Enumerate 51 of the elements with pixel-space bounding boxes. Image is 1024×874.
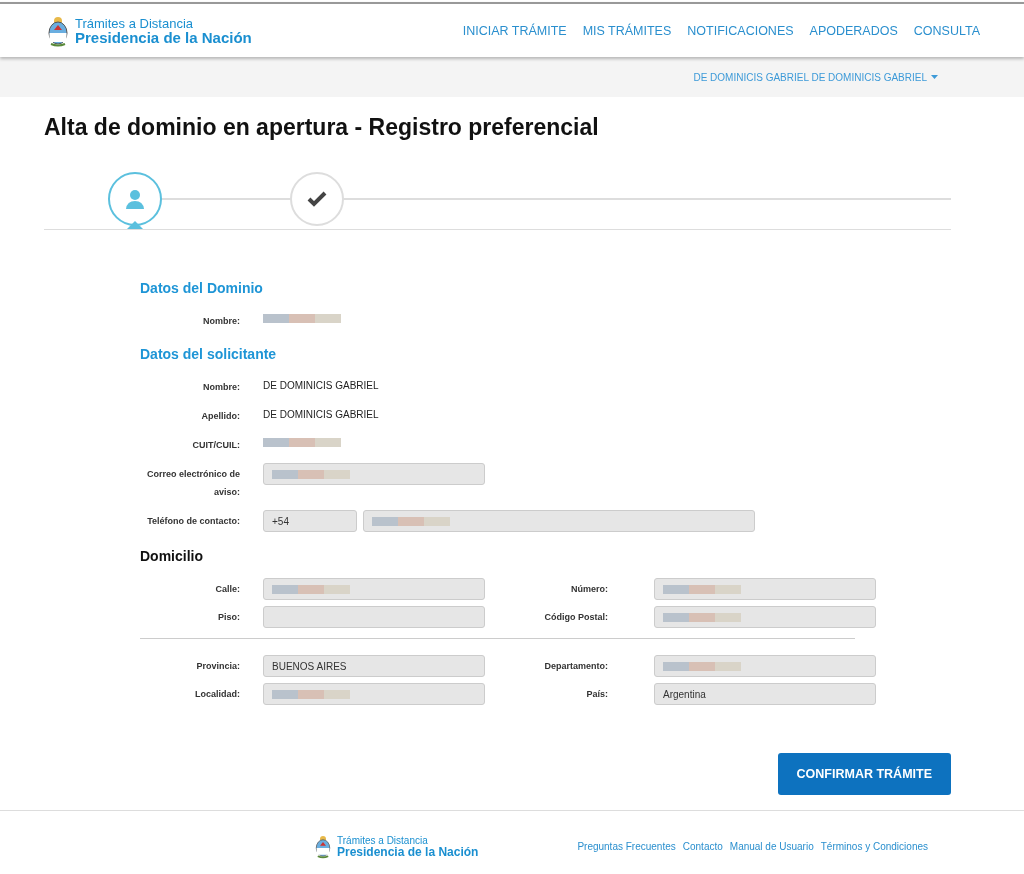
confirm-button[interactable]: CONFIRMAR TRÁMITE: [777, 753, 951, 795]
input-field[interactable]: [654, 578, 876, 600]
footer-link[interactable]: Manual de Usuario: [729, 841, 814, 852]
field-label: Nombre:: [202, 381, 240, 394]
coat-of-arms-icon: [314, 833, 332, 860]
field-label: Departamento:: [543, 660, 608, 673]
person-icon: [124, 188, 146, 210]
field-label: Calle:: [214, 583, 240, 596]
field-label: Número:: [570, 583, 608, 596]
field-label: País:: [585, 688, 608, 701]
field-label: Piso:: [217, 611, 240, 624]
field-label: Localidad:: [194, 688, 240, 701]
input-field[interactable]: [263, 578, 485, 600]
input-field[interactable]: [363, 510, 755, 532]
footer-link[interactable]: Preguntas Frecuentes: [577, 841, 676, 852]
step-indicator[interactable]: [290, 172, 344, 226]
nav-link[interactable]: NOTIFICACIONES: [687, 23, 794, 38]
field-value: DE DOMINICIS GABRIEL: [263, 379, 379, 393]
nav-link[interactable]: APODERADOS: [809, 23, 898, 38]
page-title: Alta de dominio en apertura - Registro preferencial: [44, 113, 600, 141]
field-label: Correo electrónico de aviso:: [145, 468, 240, 499]
input-field[interactable]: [263, 606, 485, 628]
section-heading: Domicilio: [140, 548, 204, 564]
footer-link[interactable]: Contacto: [682, 841, 723, 852]
input-field[interactable]: BUENOS AIRES: [263, 655, 485, 677]
nav-link[interactable]: INICIAR TRÁMITE: [462, 23, 567, 38]
input-field[interactable]: [263, 463, 485, 485]
input-field[interactable]: +54: [263, 510, 357, 532]
footer-link[interactable]: Términos y Condiciones: [820, 841, 928, 852]
input-field[interactable]: [654, 606, 876, 628]
logo-title: Presidencia de la Nación: [337, 845, 479, 858]
field-label: CUIT/CUIL:: [191, 439, 240, 452]
input-field[interactable]: [263, 683, 485, 705]
field-label: Código Postal:: [543, 611, 608, 624]
nav-link[interactable]: MIS TRÁMITES: [582, 23, 672, 38]
field-label: Provincia:: [195, 660, 240, 673]
user-menu[interactable]: DE DOMINICIS GABRIEL DE DOMINICIS GABRIEL: [693, 71, 938, 83]
nav-link[interactable]: CONSULTA: [913, 23, 980, 38]
input-field[interactable]: [654, 655, 876, 677]
field-label: Nombre:: [202, 315, 240, 328]
field-label: Apellido:: [200, 410, 240, 423]
input-field[interactable]: Argentina: [654, 683, 876, 705]
section-heading: Datos del Dominio: [140, 280, 264, 296]
logo-subtitle: Trámites a Distancia: [75, 16, 194, 30]
logo-title: Presidencia de la Nación: [75, 29, 252, 45]
caret-icon: [931, 75, 938, 79]
pointer-icon: [127, 221, 143, 229]
logo-subtitle: Trámites a Distancia: [337, 835, 429, 846]
section-heading: Datos del solicitante: [140, 346, 278, 362]
field-label: Teléfono de contacto:: [146, 515, 240, 528]
field-value: DE DOMINICIS GABRIEL: [263, 408, 379, 422]
